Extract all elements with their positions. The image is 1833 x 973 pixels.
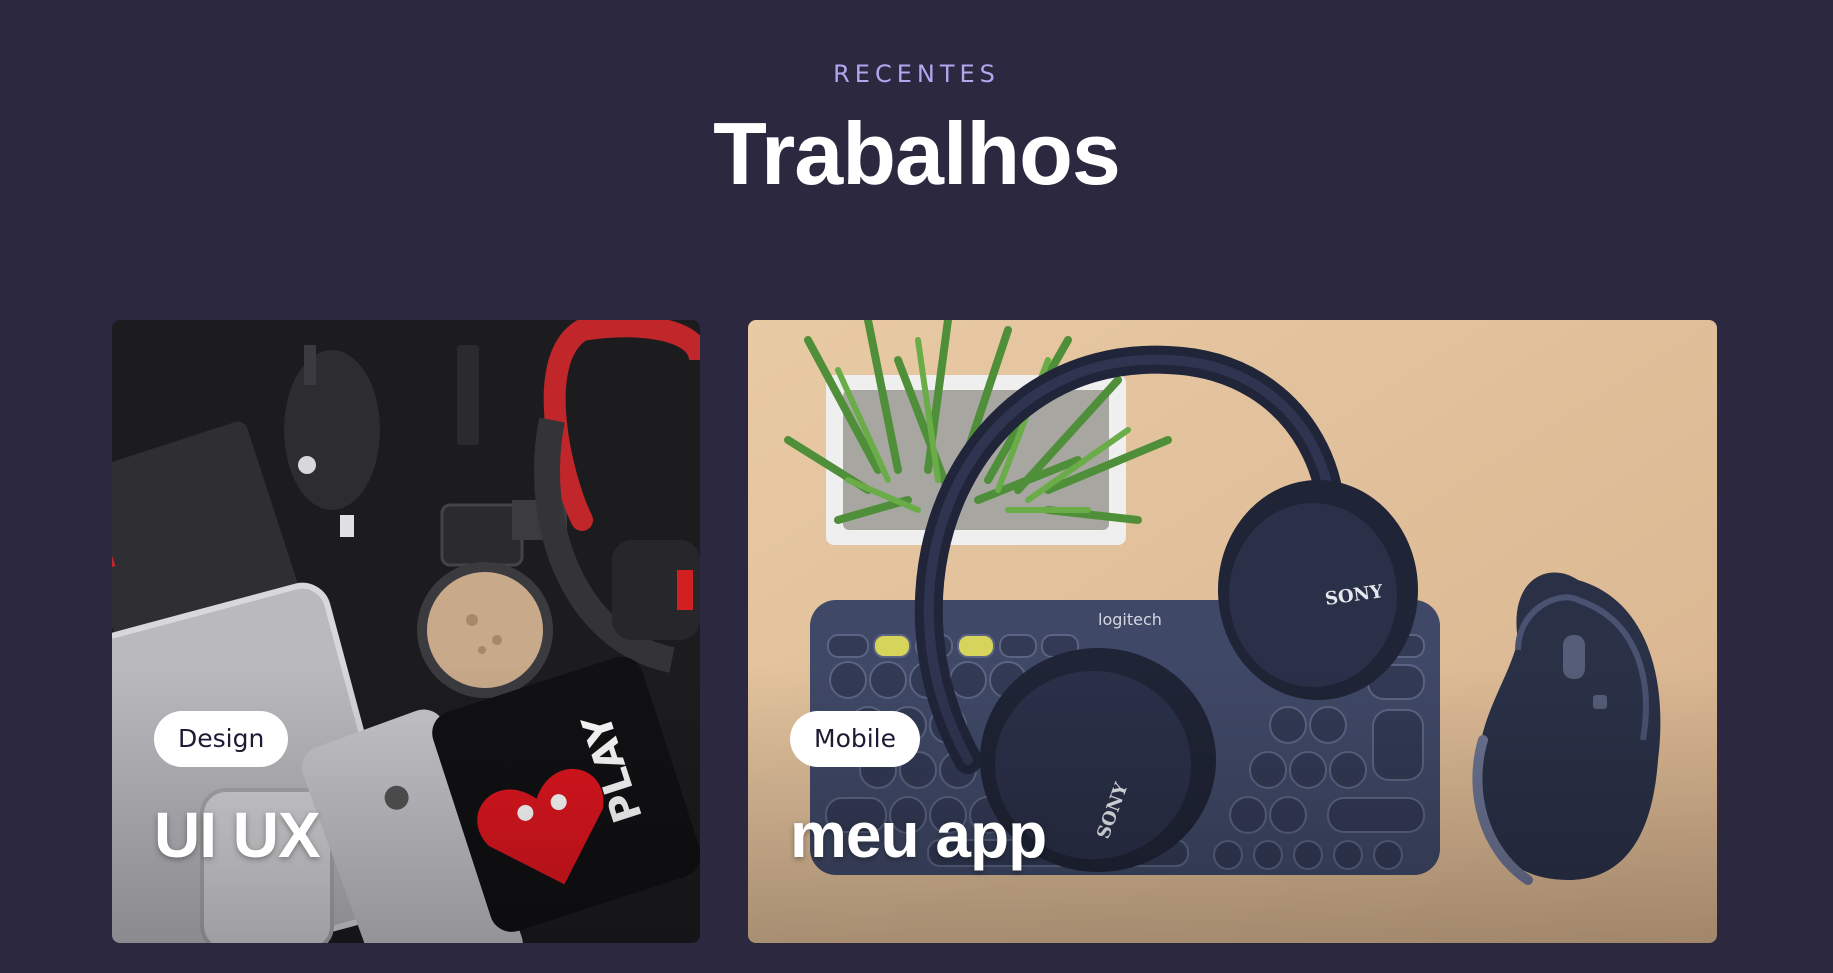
work-card-ui-ux[interactable]: PLAY Design UI UX (112, 320, 700, 943)
section-eyebrow: RECENTES (833, 60, 1000, 88)
work-card-meu-app[interactable]: logitech (748, 320, 1717, 943)
category-tag[interactable]: Design (154, 711, 289, 767)
category-tag[interactable]: Mobile (790, 711, 921, 767)
card-title: UI UX (154, 799, 321, 871)
works-section: RECENTES Trabalhos Design UI UX Mobile m… (0, 0, 1833, 973)
card-title: meu app (790, 799, 1047, 871)
section-title: Trabalhos (713, 104, 1121, 203)
